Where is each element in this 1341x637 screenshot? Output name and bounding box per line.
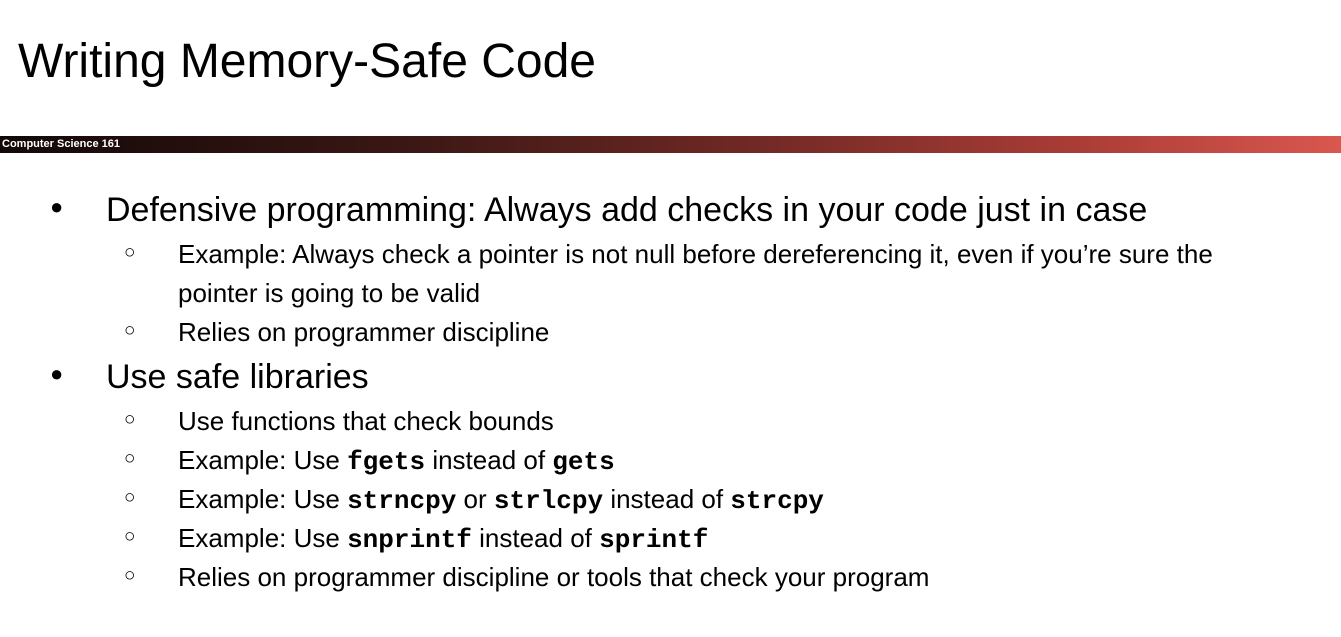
sub-bullet-marker: ○ — [124, 526, 136, 547]
sub-bullet-marker: ○ — [124, 448, 136, 469]
bullet-defensive-programming: Defensive programming: Always add checks… — [106, 191, 1148, 229]
code-gets: gets — [552, 447, 615, 477]
bullet-marker: ● — [50, 361, 64, 386]
code-fgets: fgets — [347, 447, 426, 477]
sub-bullet-snprintf-example: Example: Use snprintf instead of sprintf — [178, 519, 708, 560]
or-text: or — [456, 484, 494, 514]
code-strncpy: strncpy — [347, 486, 457, 516]
sub-bullet-tools: Relies on programmer discipline or tools… — [178, 562, 930, 592]
sub-bullet-marker: ○ — [124, 242, 136, 263]
instead-of-text: instead of — [425, 445, 553, 475]
sub-bullet-null-check-line2: pointer is going to be valid — [178, 278, 481, 308]
bullet-marker: ● — [50, 194, 64, 219]
bullet-safe-libraries: Use safe libraries — [106, 358, 369, 396]
code-strcpy: strcpy — [730, 486, 824, 516]
example-prefix: Example: Use — [178, 445, 348, 475]
example-prefix: Example: Use — [178, 523, 348, 553]
sub-bullet-null-check-line1: Example: Always check a pointer is not n… — [178, 239, 1213, 269]
sub-bullet-marker: ○ — [124, 320, 136, 341]
sub-bullet-marker: ○ — [124, 487, 136, 508]
sub-bullet-marker: ○ — [124, 565, 136, 586]
sub-bullet-discipline: Relies on programmer discipline — [178, 317, 550, 347]
code-sprintf: sprintf — [599, 525, 709, 555]
sub-bullet-fgets-example: Example: Use fgets instead of gets — [178, 441, 615, 482]
example-prefix: Example: Use — [178, 484, 348, 514]
sub-bullet-check-bounds: Use functions that check bounds — [178, 406, 554, 436]
code-snprintf: snprintf — [347, 525, 472, 555]
code-strlcpy: strlcpy — [493, 486, 604, 516]
instead-of-text: instead of — [603, 484, 731, 514]
instead-of-text: instead of — [471, 523, 600, 553]
slide-content: ● Defensive programming: Always add chec… — [0, 0, 1341, 637]
sub-bullet-strncpy-example: Example: Use strncpy or strlcpy instead … — [178, 480, 824, 521]
sub-bullet-marker: ○ — [124, 409, 136, 430]
